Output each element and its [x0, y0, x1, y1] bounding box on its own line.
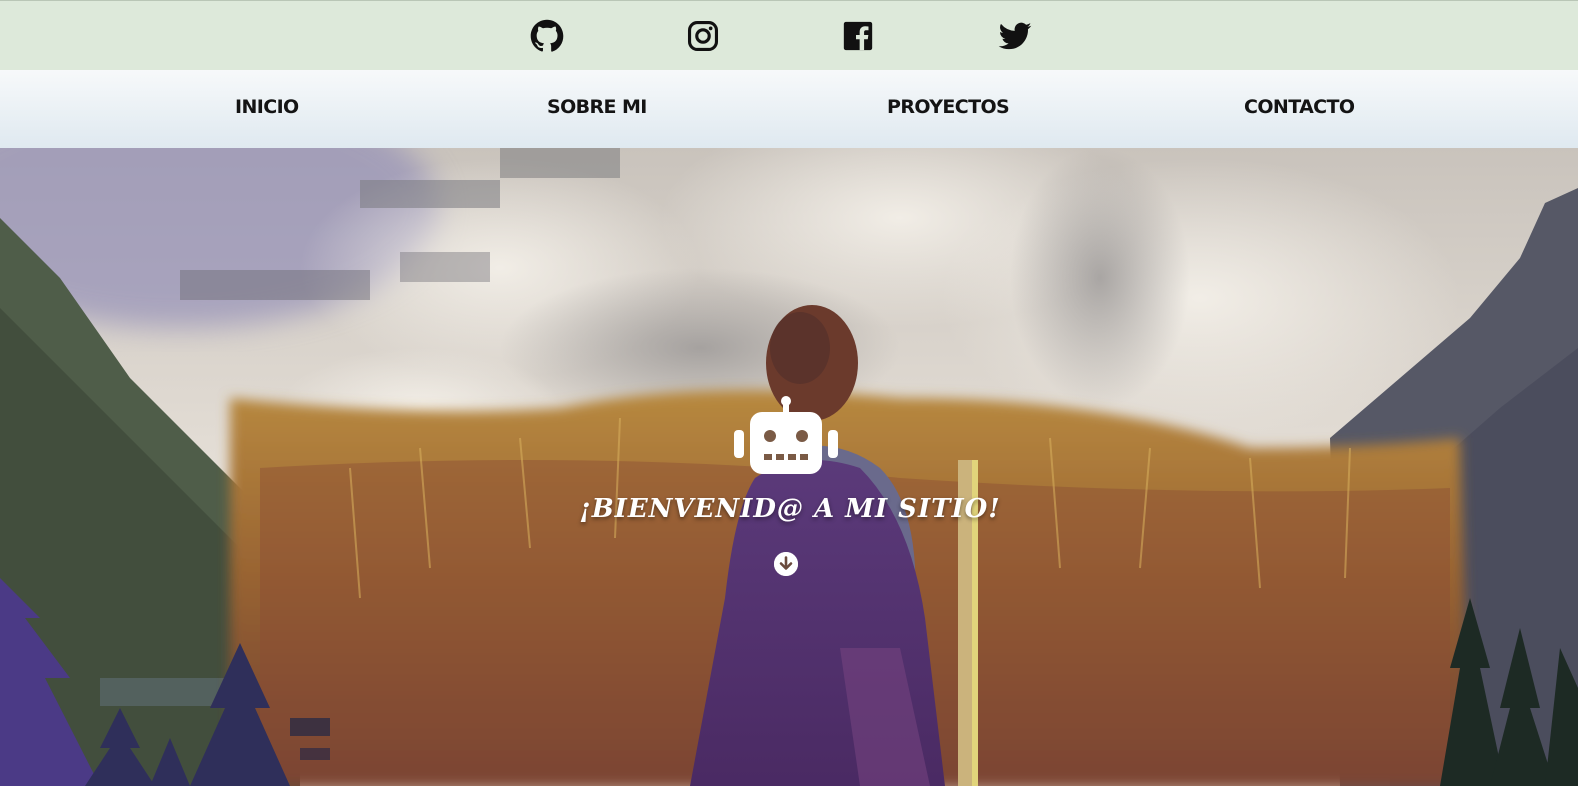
instagram-link[interactable]: [686, 19, 720, 53]
nav-item-sobre-mi[interactable]: SOBRE MI: [547, 96, 647, 122]
twitter-link[interactable]: [998, 19, 1032, 53]
hero-section: ¡BIENVENID@ A MI SITIO!: [0, 148, 1578, 786]
robot-icon: [734, 396, 838, 474]
facebook-icon: [843, 21, 873, 51]
facebook-link[interactable]: [841, 19, 875, 53]
scroll-down-button[interactable]: [774, 552, 798, 576]
nav-item-proyectos[interactable]: PROYECTOS: [887, 96, 1010, 122]
twitter-icon: [998, 22, 1032, 50]
social-bar: [0, 0, 1578, 70]
nav-item-inicio[interactable]: INICIO: [235, 96, 299, 122]
github-link[interactable]: [530, 19, 564, 53]
arrow-circle-down-icon: [774, 552, 798, 576]
hero-title: ¡BIENVENID@ A MI SITIO!: [579, 494, 1001, 524]
instagram-icon: [687, 20, 719, 52]
nav-item-contacto[interactable]: CONTACTO: [1244, 96, 1355, 122]
github-icon: [530, 19, 564, 52]
main-nav: INICIO SOBRE MI PROYECTOS CONTACTO: [0, 70, 1578, 148]
